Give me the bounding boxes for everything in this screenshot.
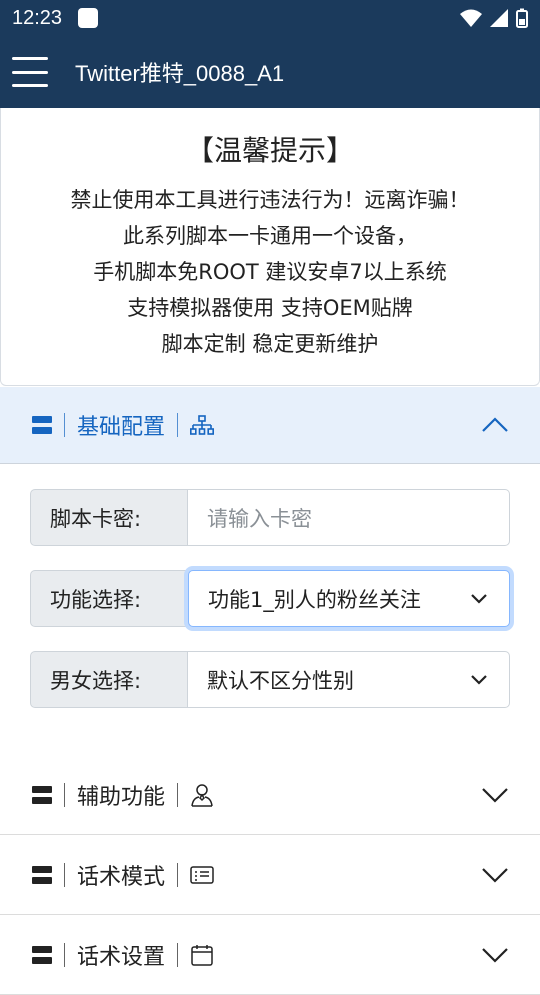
chevron-down-icon bbox=[471, 674, 487, 685]
section-script-mode[interactable]: 话术模式 bbox=[0, 835, 540, 915]
list-icon bbox=[32, 945, 52, 964]
section-title: 话术模式 bbox=[77, 864, 166, 890]
card-key-row: 脚本卡密: 请输入卡密 bbox=[30, 489, 510, 546]
section-title: 话术设置 bbox=[77, 944, 166, 970]
gender-select[interactable]: 默认不区分性别 bbox=[188, 651, 510, 708]
list-icon bbox=[32, 416, 52, 434]
section-script-settings[interactable]: 话术设置 bbox=[0, 915, 540, 995]
calendar-icon bbox=[191, 944, 213, 966]
notice-line: 手机脚本免ROOT 建议安卓7以上系统 bbox=[93, 260, 447, 284]
gender-row: 男女选择: 默认不区分性别 bbox=[30, 651, 510, 708]
signal-icon bbox=[490, 9, 508, 27]
notice-title: 【温馨提示】 bbox=[185, 134, 354, 167]
id-card-icon bbox=[190, 865, 214, 884]
section-basic-config[interactable]: 基础配置 bbox=[0, 387, 540, 464]
battery-icon bbox=[516, 8, 528, 28]
function-select[interactable]: 功能1_别人的粉丝关注 bbox=[188, 570, 510, 627]
notice-line: 禁止使用本工具进行违法行为！远离诈骗！ bbox=[70, 188, 470, 212]
card-key-label: 脚本卡密: bbox=[30, 489, 188, 546]
list-icon bbox=[32, 865, 52, 884]
gender-label: 男女选择: bbox=[30, 651, 188, 708]
person-icon bbox=[191, 783, 213, 807]
notice-card: 【温馨提示】 禁止使用本工具进行违法行为！远离诈骗！ 此系列脚本一卡通用一个设备… bbox=[0, 108, 540, 386]
sitemap-icon bbox=[190, 415, 215, 435]
function-select-value: 功能1_别人的粉丝关注 bbox=[208, 587, 421, 612]
function-label: 功能选择: bbox=[30, 570, 188, 627]
notice-line: 此系列脚本一卡通用一个设备， bbox=[123, 224, 417, 248]
chevron-down-icon[interactable] bbox=[482, 787, 508, 803]
wifi-icon bbox=[460, 9, 482, 27]
notice-lines: 禁止使用本工具进行违法行为！远离诈骗！ 此系列脚本一卡通用一个设备， 手机脚本免… bbox=[1, 182, 539, 362]
function-row: 功能选择: 功能1_别人的粉丝关注 bbox=[30, 570, 510, 627]
status-time: 12:23 bbox=[12, 6, 63, 29]
status-bar: 12:23 bbox=[0, 0, 540, 36]
chevron-up-icon[interactable] bbox=[482, 417, 508, 433]
section-title: 基础配置 bbox=[77, 415, 166, 440]
gender-select-value: 默认不区分性别 bbox=[207, 668, 354, 693]
app-bar: Twitter推特_0088_A1 bbox=[0, 36, 540, 108]
chevron-down-icon bbox=[471, 593, 487, 604]
app-title: Twitter推特_0088_A1 bbox=[75, 61, 285, 86]
notice-line: 支持模拟器使用 支持OEM贴牌 bbox=[127, 296, 413, 320]
notification-icon bbox=[78, 8, 99, 28]
section-title: 辅助功能 bbox=[77, 784, 166, 810]
chevron-down-icon[interactable] bbox=[482, 947, 508, 963]
section-assist[interactable]: 辅助功能 bbox=[0, 755, 540, 835]
chevron-down-icon[interactable] bbox=[482, 867, 508, 883]
status-icons bbox=[460, 8, 528, 28]
notice-line: 脚本定制 稳定更新维护 bbox=[161, 332, 379, 356]
card-key-input[interactable]: 请输入卡密 bbox=[188, 489, 510, 546]
list-icon bbox=[32, 785, 52, 804]
menu-icon[interactable] bbox=[12, 57, 48, 87]
